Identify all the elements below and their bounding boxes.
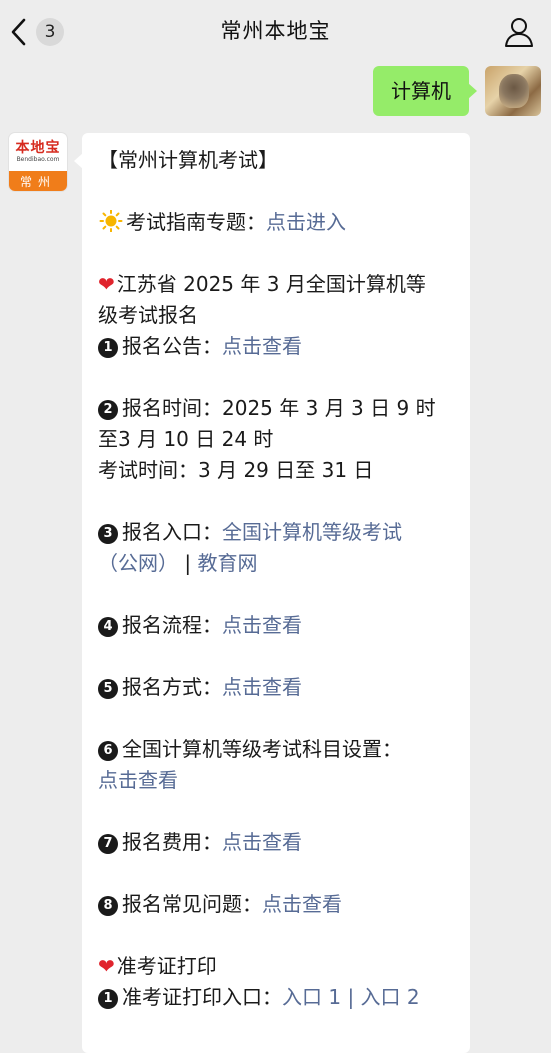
registration-heading: ❤ 江苏省 2025 年 3 月全国计算机等 级考试报名 — [98, 272, 426, 327]
guide-line: 考试指南专题：点击进入 — [98, 207, 458, 238]
number-badge: 8 — [98, 896, 118, 916]
process-link[interactable]: 点击查看 — [222, 613, 302, 637]
person-icon[interactable] — [503, 16, 535, 48]
my-avatar[interactable] — [485, 66, 541, 116]
item-faq: 8 报名常见问题：点击查看 — [98, 889, 458, 920]
fee-link[interactable]: 点击查看 — [222, 830, 302, 854]
item-registration-time: 2 报名时间：2025 年 3 月 3 日 9 时 至3 月 10 日 24 时 … — [98, 396, 436, 482]
avatar-image — [499, 74, 529, 108]
item-ticket-print: 1 准考证打印入口：入口 1 | 入口 2 — [98, 982, 458, 1013]
number-badge: 7 — [98, 834, 118, 854]
heart-icon: ❤ — [98, 272, 115, 296]
item-subject-settings: 6 全国计算机等级考试科目设置： 点击查看 — [98, 737, 402, 792]
public-network-link-cont[interactable]: （公网） — [98, 551, 178, 575]
number-badge: 1 — [98, 989, 118, 1009]
incoming-message-bubble: 【常州计算机考试】 考试指南专题：点击进入 ❤ 江苏省 2025 年 3 月全国计… — [74, 133, 470, 1053]
item-registration-process: 4 报名流程：点击查看 — [98, 610, 458, 641]
guide-label: 考试指南专题： — [126, 210, 266, 234]
item-registration-fee: 7 报名费用：点击查看 — [98, 827, 458, 858]
message-title: 【常州计算机考试】 — [98, 148, 278, 172]
logo-subtext: Bendibao.com — [16, 156, 60, 163]
number-badge: 2 — [98, 400, 118, 420]
heart-icon: ❤ — [98, 954, 115, 978]
number-badge: 3 — [98, 524, 118, 544]
logo-text: 本地宝 — [15, 140, 61, 156]
ticket-entry-1-link[interactable]: 入口 1 — [282, 985, 341, 1009]
item-announcement: 1 报名公告：点击查看 — [98, 331, 458, 362]
message-content: 【常州计算机考试】 考试指南专题：点击进入 ❤ 江苏省 2025 年 3 月全国计… — [98, 145, 458, 1013]
outgoing-message-bubble[interactable]: 计算机 — [373, 66, 477, 116]
guide-link[interactable]: 点击进入 — [266, 210, 346, 234]
education-network-link[interactable]: 教育网 — [197, 551, 257, 575]
top-bar: 3 常州本地宝 — [0, 0, 551, 62]
account-avatar[interactable]: 本地宝 Bendibao.com 常州 — [9, 133, 67, 191]
ticket-heading: ❤ 准考证打印 — [98, 954, 217, 978]
chat-title: 常州本地宝 — [220, 19, 331, 43]
faq-link[interactable]: 点击查看 — [262, 892, 342, 916]
item-registration-method: 5 报名方式：点击查看 — [98, 672, 458, 703]
subject-settings-link[interactable]: 点击查看 — [98, 768, 178, 792]
logo-city: 常州 — [9, 171, 67, 191]
announcement-link[interactable]: 点击查看 — [222, 334, 302, 358]
item-registration-entry: 3 报名入口：全国计算机等级考试 （公网） | 教育网 — [98, 520, 402, 575]
number-badge: 4 — [98, 617, 118, 637]
public-network-link[interactable]: 全国计算机等级考试 — [222, 520, 402, 544]
number-badge: 5 — [98, 679, 118, 699]
ticket-entry-2-link[interactable]: 入口 2 — [361, 985, 420, 1009]
number-badge: 1 — [98, 338, 118, 358]
sun-icon — [99, 210, 123, 232]
outgoing-message-row: 计算机 — [373, 66, 541, 116]
method-link[interactable]: 点击查看 — [222, 675, 302, 699]
number-badge: 6 — [98, 741, 118, 761]
